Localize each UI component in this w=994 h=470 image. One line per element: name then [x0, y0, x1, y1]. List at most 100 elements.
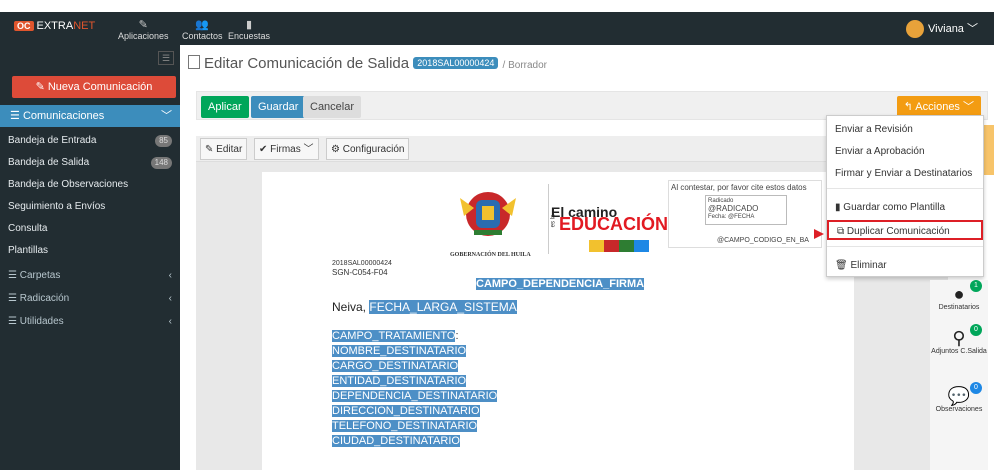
sidebar-group-radicacion[interactable]: ☰ Radicación ‹	[0, 288, 180, 310]
slogan-logo: El camino EDUCACIÓN es la	[548, 184, 672, 254]
document-page[interactable]: GOBERNACIÓN DEL HUILA El camino EDUCACIÓ…	[262, 172, 854, 470]
users-icon: 👥	[195, 19, 210, 31]
section-label: Comunicaciones	[22, 110, 105, 122]
sidebar-item-consulta[interactable]: Consulta	[0, 219, 180, 239]
radicado-fecha: Fecha: @FECHA	[708, 214, 755, 220]
sidebar-item-bandeja-salida[interactable]: Bandeja de Salida 148	[0, 153, 180, 173]
count-badge: 148	[150, 157, 172, 169]
sidebar-item-label: Bandeja de Observaciones	[8, 179, 129, 190]
copy-icon: ⧉	[837, 226, 845, 237]
sidebar-group-carpetas[interactable]: ☰ Carpetas ‹	[0, 265, 180, 287]
sidebar-group-utilidades[interactable]: ☰ Utilidades ‹	[0, 311, 180, 333]
menu-item-save-template[interactable]: ▮ Guardar como Plantilla	[827, 198, 983, 218]
attachments-label: Adjuntos C.Salida	[931, 348, 987, 355]
dest-city-field: CIUDAD_DESTINATARIO	[332, 435, 460, 447]
chevron-left-icon: ‹	[168, 270, 172, 281]
sidebar-item-seguimiento[interactable]: Seguimiento a Envíos	[0, 197, 180, 217]
dest-name-field: NOMBRE_DESTINATARIO	[332, 345, 467, 357]
menu-divider	[827, 246, 983, 247]
highlight-arrow	[814, 229, 824, 239]
edit-button[interactable]: ✎ Editar	[200, 138, 248, 160]
radicado-stamp: Radicado @RADICADO Fecha: @FECHA	[705, 195, 787, 225]
trash-icon: 🗑	[835, 260, 848, 271]
menu-divider	[827, 188, 983, 189]
wand-icon: ✎	[138, 19, 148, 31]
recipients-label: Destinatarios	[938, 304, 980, 311]
sidebar-item-bandeja-entrada[interactable]: Bandeja de Entrada 85	[0, 131, 180, 151]
sidebar-item-observaciones[interactable]: Bandeja de Observaciones	[0, 175, 180, 195]
menu-item-send-approval[interactable]: Enviar a Aprobación	[827, 142, 983, 162]
city-date-line: Neiva, FECHA_LARGA_SISTEMA	[332, 300, 517, 314]
nav-encuestas[interactable]: ▮ Encuestas	[228, 19, 271, 42]
group-label: Radicación	[19, 293, 70, 304]
check-icon: ✔	[259, 144, 268, 155]
treatment-field: CAMPO_TRATAMIENTO	[332, 330, 456, 342]
cancel-button[interactable]: Cancelar	[303, 96, 362, 118]
cite-note: Al contestar, por favor cite estos datos	[671, 183, 807, 192]
menu-item-label: Duplicar Comunicación	[846, 226, 950, 237]
barcode-field: @CAMPO_CODIGO_EN_BA	[717, 237, 809, 244]
recipients-count: 1	[970, 280, 982, 292]
nav-encuestas-label: Encuestas	[228, 31, 271, 41]
sidebar: ☰ ✎ Nueva Comunicación ☰ Comunicaciones …	[0, 45, 180, 470]
chevron-left-icon: ‹	[168, 293, 172, 304]
group-label: Carpetas	[19, 270, 61, 281]
nav-contactos[interactable]: 👥 Contactos	[182, 19, 223, 42]
gears-icon: ⚙	[331, 144, 340, 155]
menu-item-label: Guardar como Plantilla	[843, 202, 946, 213]
sidebar-section-comunicaciones[interactable]: ☰ Comunicaciones ﹀	[0, 105, 180, 127]
doc-code: SGN-C054-F04	[332, 268, 388, 277]
sidebar-item-label: Bandeja de Entrada	[8, 135, 97, 146]
dest-position-field: CARGO_DESTINATARIO	[332, 360, 459, 372]
edit-icon: ✎	[205, 144, 214, 155]
dest-dependency-field: DEPENDENCIA_DESTINATARIO	[332, 390, 498, 402]
menu-item-duplicate[interactable]: ⧉ Duplicar Comunicación	[827, 220, 983, 240]
nav-aplicaciones-label: Aplicaciones	[118, 31, 169, 41]
user-menu[interactable]: Viviana ﹀	[906, 20, 978, 39]
top-bar: OC EXTRANET ✎ Aplicaciones 👥 Contactos ▮ …	[0, 12, 994, 45]
id-badge: 2018SAL00000424	[413, 57, 499, 69]
sidebar-item-label: Consulta	[8, 223, 48, 234]
menu-toggle-icon[interactable]: ☰	[158, 51, 174, 65]
pencil-icon: ✎	[35, 81, 45, 93]
actions-label: Acciones	[915, 101, 960, 113]
config-button[interactable]: ⚙ Configuración	[326, 138, 410, 160]
gobernacion-label: GOBERNACIÓN DEL HUILA	[450, 252, 531, 258]
count-badge: 85	[155, 135, 172, 147]
date-field: FECHA_LARGA_SISTEMA	[369, 300, 517, 314]
radicado-value: @RADICADO	[708, 204, 759, 213]
signatures-label: Firmas	[270, 144, 301, 155]
nav-contactos-label: Contactos	[182, 31, 223, 41]
list-icon: ☰	[8, 316, 17, 327]
dest-address-field: DIRECCION_DESTINATARIO	[332, 405, 480, 417]
brand-text-b: NET	[73, 20, 96, 32]
chevron-down-icon: ﹀	[967, 23, 978, 35]
nav-aplicaciones[interactable]: ✎ Aplicaciones	[118, 19, 169, 42]
sidebar-item-label: Seguimiento a Envíos	[8, 201, 106, 212]
right-panel: ● Destinatarios 1 ⚲ Adjuntos C.Salida 0 …	[930, 280, 988, 470]
list-icon: ☰	[10, 110, 20, 122]
page-title-text: Editar Comunicación de Salida	[204, 55, 410, 72]
slogan-vertical: es la	[550, 214, 557, 228]
menu-item-sign-send[interactable]: Firmar y Enviar a Destinatarios	[827, 164, 983, 184]
breadcrumb: / Borrador	[502, 60, 548, 71]
sidebar-item-plantillas[interactable]: Plantillas	[0, 241, 180, 261]
observations-count: 0	[970, 382, 982, 394]
brand-logo: OC	[14, 21, 34, 31]
new-communication-button[interactable]: ✎ Nueva Comunicación	[12, 76, 176, 98]
brand-text-a: EXTRA	[36, 20, 74, 32]
radicado-box: Al contestar, por favor cite estos datos…	[668, 180, 822, 248]
menu-item-delete[interactable]: 🗑 Eliminar	[827, 256, 983, 276]
save-button[interactable]: Guardar	[251, 96, 306, 118]
list-icon: ☰	[8, 293, 17, 304]
apply-button[interactable]: Aplicar	[201, 96, 249, 118]
doc-number: 2018SAL00000424	[332, 260, 392, 267]
menu-item-send-review[interactable]: Enviar a Revisión	[827, 120, 983, 140]
document-icon	[188, 55, 200, 69]
file-icon: ▮	[245, 19, 253, 31]
signatures-button[interactable]: ✔ Firmas ﹀	[254, 138, 319, 160]
file-icon: ▮	[835, 202, 841, 213]
slogan-line-2: EDUCACIÓN	[559, 214, 669, 234]
brand[interactable]: OC EXTRANET	[14, 20, 95, 32]
city-label: Neiva,	[332, 300, 370, 314]
